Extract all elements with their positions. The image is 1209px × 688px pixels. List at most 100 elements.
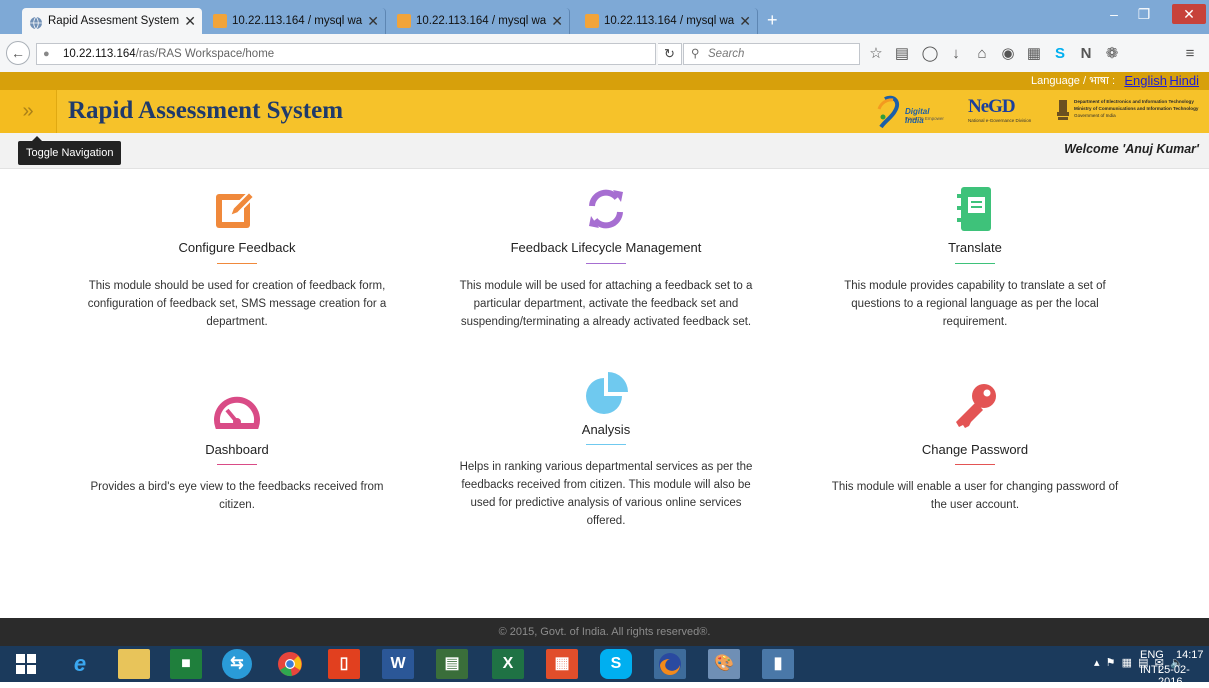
tab-close-icon[interactable]: ✕ [551,8,563,34]
screenshot-icon[interactable]: ▦ [1024,44,1044,64]
url-path: /ras/RAS Workspace/home [135,48,275,60]
module-analysis[interactable]: Analysis Helps in ranking various depart… [436,368,776,538]
chat-icon[interactable]: ◉ [998,44,1018,64]
module-title: Configure Feedback [178,240,296,255]
download-icon[interactable]: ↓ [946,44,966,64]
chrome-icon[interactable] [274,649,306,679]
negd-logo: NeGD National e-Governance Division [968,96,1034,126]
url-host: 10.22.113.164 [63,48,136,60]
tab-close-icon[interactable]: ✕ [184,8,196,34]
paint-icon[interactable]: 🎨 [708,649,740,679]
description-line: particular department, activate the feed… [473,298,739,310]
skype-icon[interactable]: S [1050,44,1070,64]
module-dashboard[interactable]: Dashboard Provides a bird's eye view to … [67,388,407,518]
language-strip: Language / भाषा : English Hindi [0,72,1209,90]
language-english-link[interactable]: English [1124,72,1167,90]
clock-time[interactable]: 14:17 [1176,649,1204,661]
module-feedback-lifecycle[interactable]: Feedback Lifecycle Management This modul… [436,186,776,346]
search-input[interactable]: ⚲ Search [683,43,860,65]
home-icon[interactable]: ⌂ [972,44,992,64]
windows-start-button[interactable] [10,649,42,679]
description-line: department. [206,316,268,328]
description-line: questions to a regional language as per … [851,298,1099,310]
description-line: used for predictive analysis of various … [470,497,742,509]
arrow-left-icon: ← [11,45,25,61]
monitor-icon[interactable]: ▤ [436,649,468,679]
search-placeholder: Search [708,48,745,60]
file-explorer-icon[interactable] [118,649,150,679]
module-change-password[interactable]: Change Password This module will enable … [805,384,1145,518]
menu-icon[interactable]: ≡ [1180,44,1200,64]
reading-list-icon[interactable]: ▤ [892,44,912,64]
back-button[interactable]: ← [6,41,30,65]
tab-mysql-2[interactable]: 10.22.113.164 / mysql wa... ✕ [390,8,570,34]
edit-icon [214,186,260,232]
description-line: requirement. [942,316,1008,328]
module-title: Dashboard [205,442,269,457]
excel-icon[interactable]: X [492,649,524,679]
key-icon [950,382,1000,432]
nav-toggle-button[interactable]: » [0,90,57,133]
description-line: This module should be used for creation … [88,280,386,292]
logo-line: Ministry of Communications and Informati… [1074,106,1199,111]
description-line: Provides a bird's eye view to the feedba… [90,481,384,493]
site-info-icon[interactable]: ● [43,44,50,64]
language-hindi-link[interactable]: Hindi [1169,72,1199,90]
logo-line: Department of Electronics and Informatio… [1074,99,1194,104]
module-description: This module should be used for creation … [67,277,407,331]
tab-title: 10.22.113.164 / mysql wa... [604,15,735,27]
tab-close-icon[interactable]: ✕ [739,8,751,34]
logo-text: NeGD [968,96,1016,117]
pocket-icon[interactable]: ◯ [920,44,940,64]
reload-button[interactable]: ↻ [658,43,682,65]
tab-mysql-3[interactable]: 10.22.113.164 / mysql wa... ✕ [578,8,758,34]
tab-title: 10.22.113.164 / mysql wa... [416,15,547,27]
window-close-button[interactable]: ✕ [1172,4,1206,24]
onenote-icon[interactable]: N [1076,44,1096,64]
module-description: This module will be used for attaching a… [436,277,776,331]
globe-icon [29,14,43,30]
module-divider [955,263,995,264]
skype-taskbar-icon[interactable]: S [600,649,632,679]
tab-mysql-1[interactable]: 10.22.113.164 / mysql wa... ✕ [206,8,386,34]
logo-line: Government of India [1074,113,1116,118]
new-tab-button[interactable]: + [767,10,778,30]
minimize-button[interactable]: – [1100,4,1128,24]
description-line: This module will be used for attaching a… [459,280,753,292]
module-description: This module provides capability to trans… [805,277,1145,331]
welcome-message: Welcome 'Anuj Kumar' [1064,142,1199,156]
tab-rapid-assessment[interactable]: Rapid Assesment System: ... ✕ [22,8,202,34]
input-language-indicator[interactable]: ENG [1140,649,1164,661]
maximize-button[interactable]: ❐ [1130,4,1158,24]
toggle-navigation-tooltip: Toggle Navigation [18,141,122,165]
tab-close-icon[interactable]: ✕ [367,8,379,34]
url-bar[interactable]: ● 10.22.113.164/ras/RAS Workspace/home [36,43,656,65]
office-icon[interactable]: ▯ [328,649,360,679]
deity-logo: Department of Electronics and Informatio… [1056,96,1206,128]
module-translate[interactable]: Translate This module provides capabilit… [805,186,1145,346]
module-description: This module will enable a user for chang… [805,478,1145,514]
word-icon[interactable]: W [382,649,414,679]
module-divider [217,263,257,264]
store-icon[interactable]: ■ [170,649,202,679]
addon-icon[interactable]: ❁ [1102,44,1122,64]
clock-date[interactable]: 25-02-2016 [1158,664,1209,688]
notes-icon[interactable]: ▮ [762,649,794,679]
bookmark-star-icon[interactable]: ☆ [866,44,886,64]
search-icon: ⚲ [691,48,700,60]
module-configure-feedback[interactable]: Configure Feedback This module should be… [67,186,407,346]
phpmyadmin-icon [585,14,599,28]
description-line: feedbacks received from citizen. This mo… [461,479,751,491]
windows-taskbar: e ■ ⇆ ▯ W ▤ X ▦ S 🎨 ▮ ▴ ⚑ ▦ ▤ ✉ 🔈 ENG IN… [0,646,1209,688]
description-line: suspending/terminating a already activat… [460,316,752,328]
internet-explorer-icon[interactable]: e [64,649,96,679]
description-line: the user account. [930,499,1020,511]
reload-icon: ↻ [664,46,675,61]
module-description: Provides a bird's eye view to the feedba… [67,478,407,514]
phpmyadmin-icon [397,14,411,28]
sub-header-bar: Toggle Navigation Welcome 'Anuj Kumar' [0,133,1209,169]
browser-tab-bar: Rapid Assesment System: ... ✕ 10.22.113.… [0,0,1209,34]
teamviewer-icon[interactable]: ⇆ [222,649,252,679]
apps-grid-icon[interactable]: ▦ [546,649,578,679]
firefox-icon[interactable] [654,649,686,679]
